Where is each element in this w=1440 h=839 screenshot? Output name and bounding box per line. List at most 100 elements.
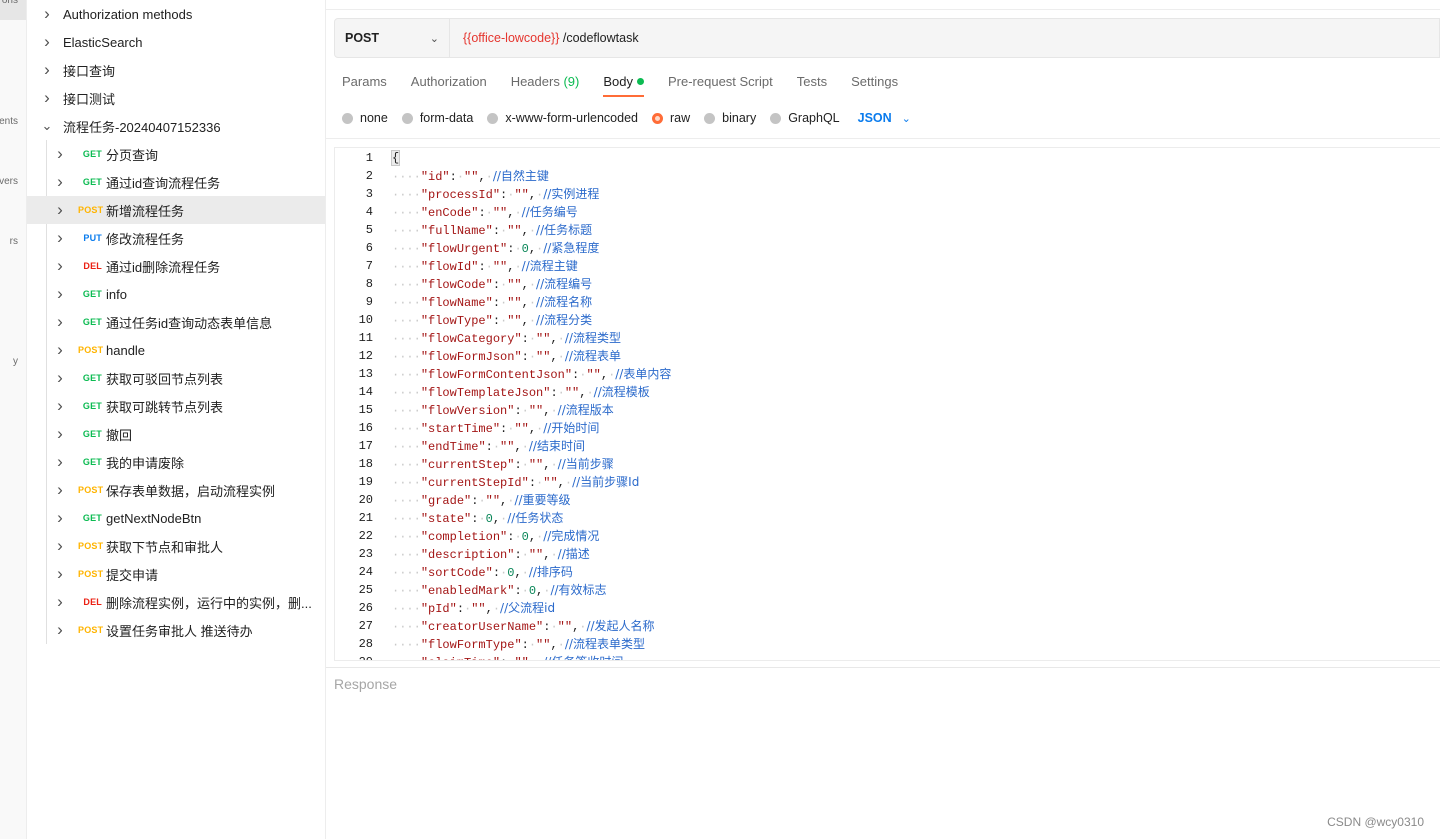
tab-tests[interactable]: Tests bbox=[797, 70, 827, 96]
code-content: ····"flowFormContentJson":·"",·//表单内容 bbox=[392, 365, 671, 384]
space-whitespace: · bbox=[528, 638, 537, 652]
body-code-editor[interactable]: 1{2 ····"id":·"",·//自然主键 3 ····"processId":… bbox=[334, 147, 1440, 661]
sidebar-request-item[interactable]: › GET 通过id查询流程任务 bbox=[27, 168, 325, 196]
sidebar-request-item[interactable]: › GET 分页查询 bbox=[27, 140, 325, 168]
sidebar-request-item[interactable]: › DEL 通过id删除流程任务 bbox=[27, 252, 325, 280]
space-whitespace: · bbox=[528, 278, 537, 292]
sidebar-request-item[interactable]: › POST 保存表单数据，启动流程实例 bbox=[27, 476, 325, 504]
tab-params[interactable]: Params bbox=[342, 70, 387, 96]
code-quote: " bbox=[420, 350, 429, 364]
line-number: 18 bbox=[358, 457, 373, 471]
code-colon: : bbox=[456, 602, 465, 616]
code-comment: //流程分类 bbox=[536, 313, 593, 327]
sidebar-folder[interactable]: › ElasticSearch bbox=[27, 28, 325, 56]
chevron-right-icon: › bbox=[44, 4, 50, 23]
sidebar-request-label: 获取下节点和审批人 bbox=[106, 539, 224, 555]
sidebar-folder-label: 接口测试 bbox=[63, 91, 116, 107]
rail-item-label[interactable]: ons bbox=[2, 0, 18, 6]
method-select[interactable]: POST ⌄ bbox=[335, 19, 450, 57]
body-type-radio-x-www-form-urlencoded[interactable]: x-www-form-urlencoded bbox=[487, 111, 638, 125]
tab-headers[interactable]: Headers (9) bbox=[511, 70, 580, 96]
indent-whitespace: ···· bbox=[392, 512, 421, 526]
space-whitespace: · bbox=[521, 548, 529, 562]
sidebar-request-item[interactable]: › DEL 删除流程实例，运行中的实例，删... bbox=[27, 588, 325, 616]
chevron-right-icon: › bbox=[57, 592, 63, 611]
sidebar-folder[interactable]: › 接口查询 bbox=[27, 56, 325, 84]
code-comment: //流程主键 bbox=[521, 259, 578, 273]
indent-whitespace: ···· bbox=[392, 404, 421, 418]
code-quote: " bbox=[420, 386, 429, 400]
code-comment: //任务标题 bbox=[536, 223, 593, 237]
request-method-badge: PUT bbox=[83, 233, 102, 243]
rail-item-label[interactable]: rs bbox=[10, 236, 18, 247]
sidebar-request-item[interactable]: › POST 获取下节点和审批人 bbox=[27, 532, 325, 560]
sidebar-request-item[interactable]: › GET 我的申请废除 bbox=[27, 448, 325, 476]
indent-whitespace: ···· bbox=[392, 350, 421, 364]
chevron-right-icon: › bbox=[57, 452, 63, 471]
body-type-label: GraphQL bbox=[788, 111, 840, 125]
body-type-options: none form-data x-www-form-urlencoded raw bin… bbox=[342, 108, 911, 128]
space-whitespace: · bbox=[478, 512, 486, 526]
tab-body[interactable]: Body bbox=[603, 70, 644, 97]
code-comma: , bbox=[550, 332, 558, 346]
sidebar-request-item[interactable]: › GET 获取可跳转节点列表 bbox=[27, 392, 325, 420]
sidebar-folder[interactable]: ⌄ 流程任务-20240407152336 bbox=[27, 112, 325, 140]
json-value: 0 bbox=[521, 530, 529, 544]
tab-settings[interactable]: Settings bbox=[851, 70, 898, 96]
code-quote: " bbox=[420, 314, 429, 328]
rail-item-label[interactable]: ents bbox=[0, 116, 18, 127]
space-whitespace: · bbox=[557, 638, 565, 652]
code-content: ····"processId":·"",·//实例进程 bbox=[392, 185, 599, 204]
sidebar-request-item[interactable]: › GET info bbox=[27, 280, 325, 308]
rail-item-label[interactable]: vers bbox=[0, 176, 18, 187]
space-whitespace: · bbox=[528, 314, 537, 328]
body-type-radio-graphql[interactable]: GraphQL bbox=[770, 111, 840, 125]
rail-item-label[interactable]: y bbox=[13, 356, 18, 367]
space-whitespace: · bbox=[586, 386, 594, 400]
url-input[interactable]: {{office-lowcode}} /codeflowtask bbox=[450, 31, 639, 45]
body-type-radio-binary[interactable]: binary bbox=[704, 111, 756, 125]
sidebar-request-item[interactable]: › GET 撤回 bbox=[27, 420, 325, 448]
json-key: startTime bbox=[428, 422, 493, 436]
sidebar-request-item[interactable]: › GET getNextNodeBtn bbox=[27, 504, 325, 532]
code-content: ····"pId":·"",·//父流程id bbox=[392, 599, 555, 618]
body-type-radio-none[interactable]: none bbox=[342, 111, 388, 125]
json-key: state bbox=[428, 512, 465, 526]
code-comment: //流程版本 bbox=[557, 403, 614, 417]
request-method-badge: GET bbox=[82, 401, 102, 411]
code-content: ····"claimTime":·"",·//任务签收时间 bbox=[392, 653, 623, 660]
sidebar-request-label: 通过id删除流程任务 bbox=[106, 259, 221, 275]
format-select[interactable]: JSON ⌄ bbox=[858, 111, 911, 125]
sidebar-request-item[interactable]: › GET 通过任务id查询动态表单信息 bbox=[27, 308, 325, 336]
code-quote: " bbox=[420, 512, 429, 526]
code-quote: " bbox=[420, 170, 429, 184]
sidebar-request-item[interactable]: › POST 新增流程任务 bbox=[27, 196, 325, 224]
url-bar: POST ⌄ {{office-lowcode}} /codeflowtask bbox=[334, 18, 1440, 58]
chevron-right-icon: › bbox=[57, 508, 63, 527]
sidebar-folder[interactable]: › Authorization methods bbox=[27, 0, 325, 28]
line-number: 12 bbox=[358, 349, 373, 363]
code-colon: : bbox=[521, 350, 529, 364]
sidebar-request-item[interactable]: › PUT 修改流程任务 bbox=[27, 224, 325, 252]
response-divider[interactable] bbox=[326, 667, 1440, 668]
tab-pre-request-script[interactable]: Pre-request Script bbox=[668, 70, 773, 96]
tab-authorization[interactable]: Authorization bbox=[411, 70, 487, 96]
code-colon: : bbox=[449, 170, 457, 184]
code-comma: , bbox=[492, 512, 501, 526]
body-type-radio-form-data[interactable]: form-data bbox=[401, 111, 473, 125]
code-colon: : bbox=[492, 224, 501, 238]
sidebar-request-item[interactable]: › POST 设置任务审批人 推送待办 bbox=[27, 616, 325, 644]
url-variable: {{office-lowcode}} bbox=[463, 31, 560, 45]
request-method-badge: POST bbox=[78, 625, 104, 635]
sidebar-request-label: 新增流程任务 bbox=[106, 203, 185, 219]
sidebar-request-item[interactable]: › GET 获取可驳回节点列表 bbox=[27, 364, 325, 392]
sidebar-request-item[interactable]: › POST 提交申请 bbox=[27, 560, 325, 588]
line-number: 3 bbox=[365, 187, 373, 201]
json-value: "" bbox=[586, 368, 601, 382]
chevron-down-icon: ⌄ bbox=[429, 32, 439, 45]
body-type-radio-raw[interactable]: raw bbox=[652, 111, 690, 125]
code-content: ····"enCode":·"",·//任务编号 bbox=[392, 203, 578, 222]
sidebar-request-item[interactable]: › POST handle bbox=[27, 336, 325, 364]
sidebar-folder[interactable]: › 接口测试 bbox=[27, 84, 325, 112]
code-line: 19 ····"currentStepId":·"",·//当前步骤Id bbox=[335, 473, 1440, 491]
